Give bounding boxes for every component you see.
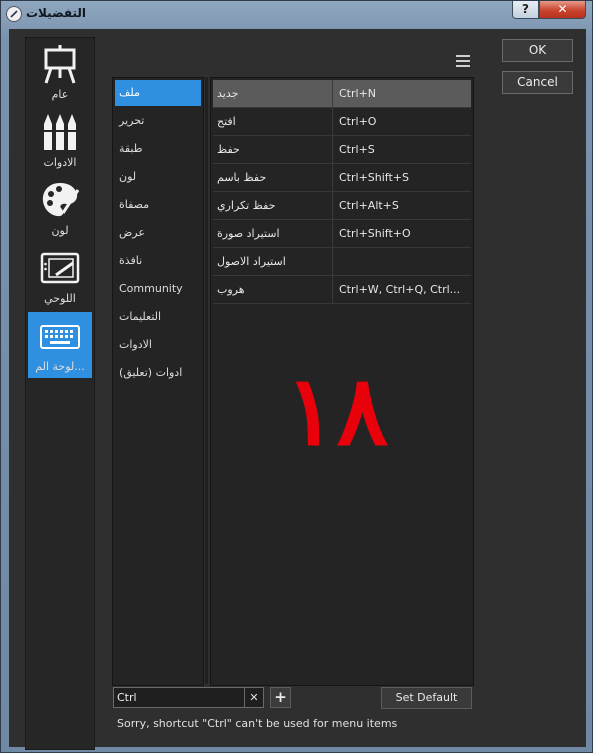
table-row[interactable]: حفظ Ctrl+S	[213, 136, 471, 164]
easel-icon	[44, 45, 76, 84]
shortcut-cell[interactable]: Ctrl+N	[334, 80, 471, 107]
menu-item-layer[interactable]: طبقة	[115, 136, 201, 162]
search-box: ✕	[113, 687, 264, 708]
window-frame: التفضيلات ? ✕ عام الادوات لون اللوحي لوح…	[0, 0, 593, 753]
menu-item-edit[interactable]: تحرير	[115, 108, 201, 134]
set-default-button[interactable]: Set Default	[381, 687, 472, 709]
ok-button[interactable]: OK	[502, 39, 573, 62]
command-cell: جديد	[213, 80, 333, 107]
table-row[interactable]: افتح Ctrl+O	[213, 108, 471, 136]
menu-item-file[interactable]: ملف	[115, 80, 201, 106]
app-logo-icon	[6, 6, 22, 22]
close-button[interactable]: ✕	[539, 1, 586, 19]
help-button[interactable]: ?	[512, 1, 539, 19]
menu-item-view[interactable]: عرض	[115, 220, 201, 246]
category-tools[interactable]: الادوات	[28, 108, 92, 174]
shortcut-cell[interactable]: Ctrl+S	[334, 136, 471, 163]
category-label: الادوات	[43, 156, 77, 169]
category-keyboard[interactable]: لوحة الم...	[28, 312, 92, 378]
palette-icon	[42, 183, 80, 217]
shortcut-cell[interactable]: Ctrl+W, Ctrl+Q, Ctrl...	[334, 276, 471, 303]
menu-item-window[interactable]: نافذة	[115, 248, 201, 274]
shortcut-cell[interactable]: Ctrl+Shift+O	[334, 220, 471, 247]
keyboard-icon	[40, 325, 80, 349]
command-cell: حفظ تكراري	[213, 192, 333, 219]
menu-item-tools[interactable]: الادوات	[115, 332, 201, 358]
panel-splitter[interactable]	[205, 77, 208, 684]
category-sidebar: عام الادوات لون اللوحي لوحة الم...	[25, 37, 95, 750]
add-shortcut-button[interactable]: +	[270, 687, 291, 708]
command-cell: افتح	[213, 108, 333, 135]
shortcut-cell[interactable]: Ctrl+O	[334, 108, 471, 135]
search-input[interactable]	[117, 689, 237, 705]
overlay-number: ١٨	[285, 354, 389, 467]
command-cell: هروب	[213, 276, 333, 303]
command-cell: استيراد الاصول	[213, 248, 333, 275]
tablet-icon	[40, 252, 80, 284]
menu-item-filter[interactable]: مصفاة	[115, 192, 201, 218]
title-bar[interactable]: التفضيلات ? ✕	[1, 1, 593, 29]
table-row[interactable]: حفظ تكراري Ctrl+Alt+S	[213, 192, 471, 220]
category-general[interactable]: عام	[28, 40, 92, 106]
category-label: اللوحي	[44, 292, 76, 305]
clear-search-icon[interactable]: ✕	[244, 688, 263, 707]
status-message: Sorry, shortcut "Ctrl" can't be used for…	[117, 717, 398, 730]
shortcut-cell[interactable]: Ctrl+Shift+S	[334, 164, 471, 191]
category-tablet[interactable]: اللوحي	[28, 244, 92, 310]
menu-item-community[interactable]: Community	[115, 276, 201, 302]
command-cell: استيراد صورة	[213, 220, 333, 247]
table-row[interactable]: جديد Ctrl+N	[213, 80, 471, 108]
shortcut-cell[interactable]: Ctrl+Alt+S	[334, 192, 471, 219]
menu-item-color[interactable]: لون	[115, 164, 201, 190]
table-row[interactable]: هروب Ctrl+W, Ctrl+Q, Ctrl...	[213, 276, 471, 304]
window-title: التفضيلات	[26, 6, 87, 20]
menu-item-tools-comment[interactable]: (ادوات (تعليق	[115, 360, 201, 386]
category-color[interactable]: لون	[28, 176, 92, 242]
cancel-button[interactable]: Cancel	[502, 71, 573, 94]
table-row[interactable]: استيراد الاصول	[213, 248, 471, 276]
brushes-icon	[44, 114, 76, 150]
category-label: لوحة الم...	[35, 360, 85, 373]
dialog-body: عام الادوات لون اللوحي لوحة الم... ملف ت…	[9, 29, 586, 750]
shortcut-cell[interactable]	[334, 248, 471, 275]
table-row[interactable]: حفظ باسم Ctrl+Shift+S	[213, 164, 471, 192]
menu-list: ملف تحرير طبقة لون مصفاة عرض نافذة Commu…	[112, 77, 204, 686]
command-cell: حفظ باسم	[213, 164, 333, 191]
table-row[interactable]: استيراد صورة Ctrl+Shift+O	[213, 220, 471, 248]
menu-item-help[interactable]: التعليمات	[115, 304, 201, 330]
command-cell: حفظ	[213, 136, 333, 163]
category-label: عام	[51, 88, 69, 101]
category-label: لون	[51, 224, 69, 237]
menu-icon[interactable]	[456, 55, 470, 67]
